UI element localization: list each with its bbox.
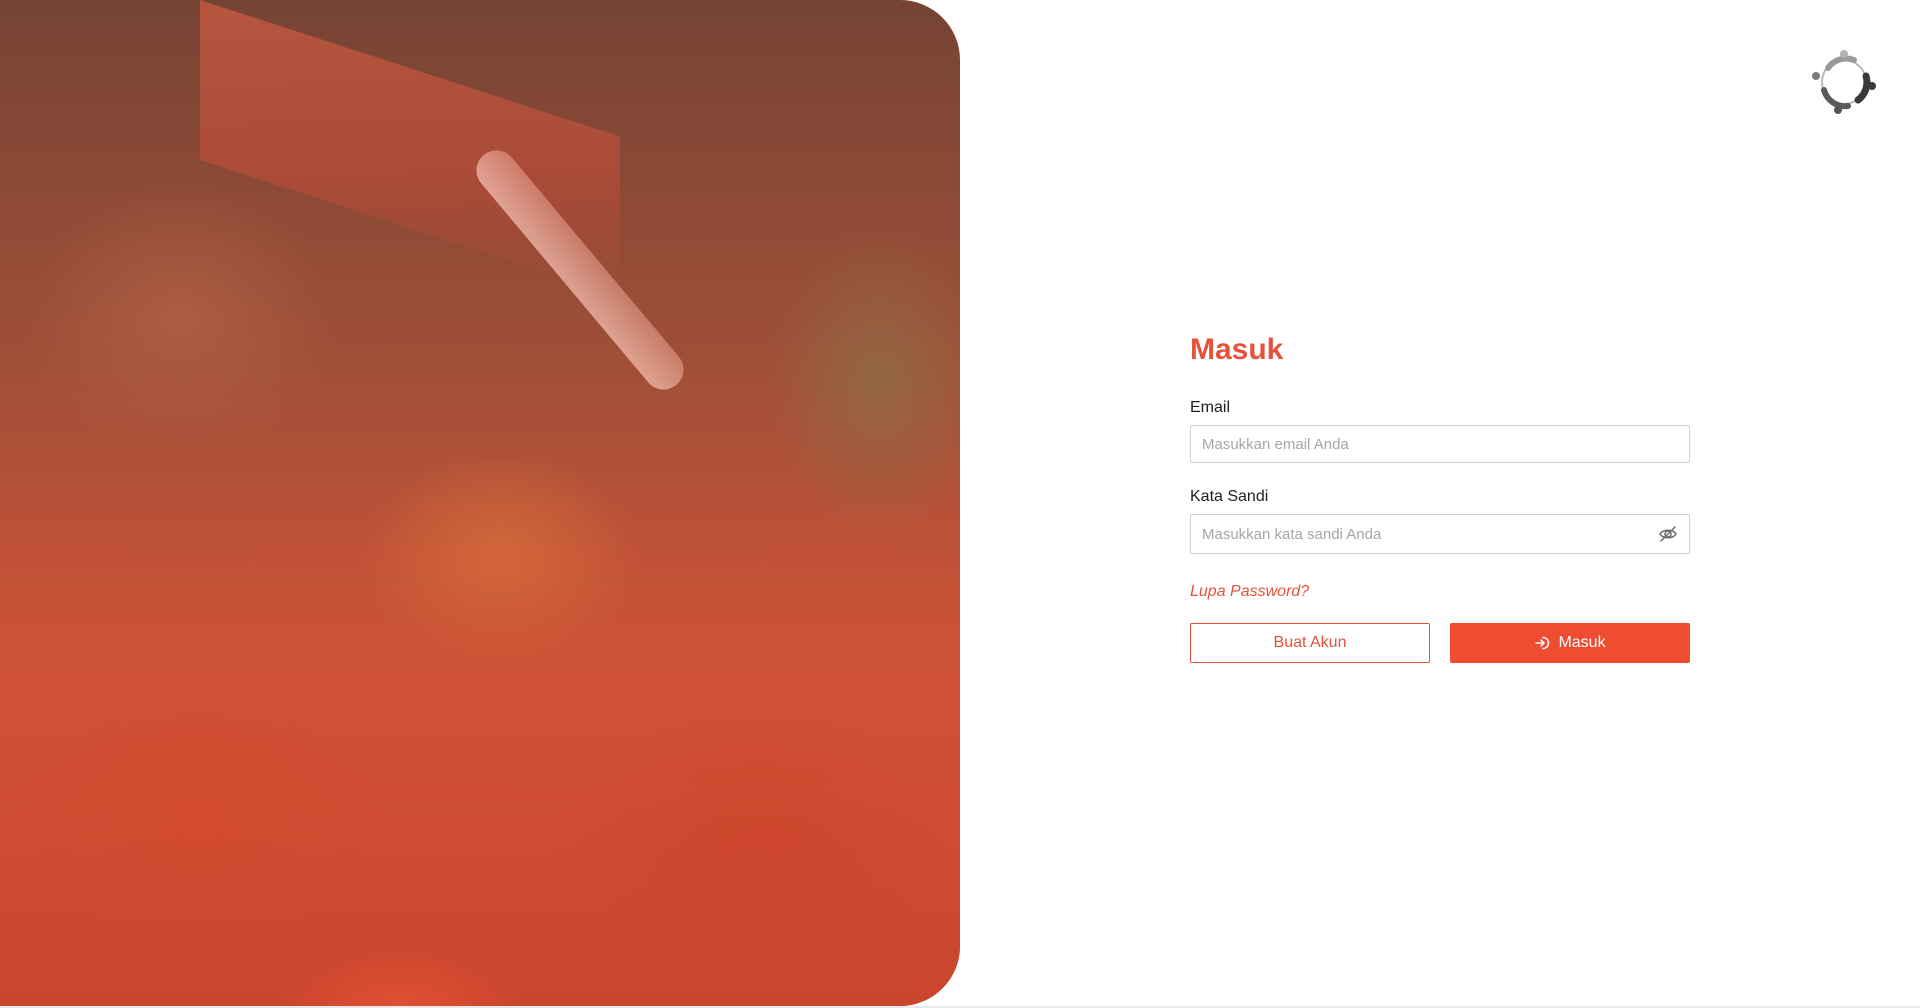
login-arrow-icon (1534, 635, 1550, 651)
password-input[interactable] (1191, 515, 1689, 553)
create-account-label: Buat Akun (1273, 634, 1347, 651)
form-actions: Buat Akun Masuk (1190, 623, 1690, 663)
login-form: Masuk Email Kata Sandi Lupa Password (1190, 330, 1690, 663)
forgot-password-link[interactable]: Lupa Password? (1190, 582, 1309, 602)
hero-tint-overlay (0, 0, 960, 1006)
create-account-button[interactable]: Buat Akun (1190, 623, 1430, 663)
login-button-label: Masuk (1558, 634, 1606, 651)
email-field-group: Email (1190, 398, 1690, 463)
email-input[interactable] (1191, 426, 1689, 462)
password-input-wrapper (1190, 514, 1690, 554)
email-label: Email (1190, 399, 1231, 416)
hero-market-image (0, 0, 960, 1006)
login-button[interactable]: Masuk (1450, 623, 1690, 663)
eye-slash-icon[interactable] (1658, 524, 1678, 544)
password-field-group: Kata Sandi (1190, 487, 1690, 554)
password-label: Kata Sandi (1190, 488, 1269, 505)
brand-logo-icon (1808, 46, 1878, 116)
login-page: Masuk Email Kata Sandi Lupa Password (0, 0, 1920, 1008)
email-input-wrapper (1190, 425, 1690, 463)
page-title: Masuk (1190, 333, 1284, 366)
